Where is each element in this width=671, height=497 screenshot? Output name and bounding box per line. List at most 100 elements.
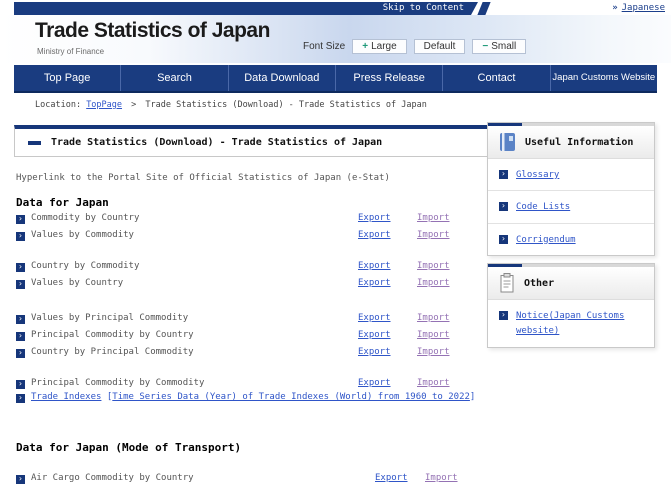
header: Trade Statistics of Japan Ministry of Fi… [0, 15, 671, 63]
export-link[interactable]: Export [358, 347, 391, 357]
bullet-arrow-icon [499, 234, 508, 244]
export-link[interactable]: Export [358, 313, 391, 323]
bullet-arrow-icon [499, 170, 508, 179]
glossary-link[interactable]: Glossary [516, 168, 559, 183]
import-link[interactable]: Import [417, 230, 450, 240]
export-link[interactable]: Export [358, 330, 391, 340]
table-row: Values by Principal Commodity Export Imp… [16, 312, 466, 329]
row-label: Principal Commodity by Commodity [31, 378, 205, 388]
nav-press-release[interactable]: Press Release [334, 65, 442, 91]
sidebar-item-code-lists[interactable]: Code Lists [488, 191, 654, 224]
book-icon [500, 133, 515, 151]
bullet-arrow-icon [16, 332, 25, 341]
row-group-1: Commodity by Country Export Import Value… [16, 212, 466, 246]
nav-contact[interactable]: Contact [442, 65, 549, 91]
clipboard-icon [500, 273, 514, 293]
bullet-arrow-icon [16, 315, 25, 324]
japanese-language-link[interactable]: Japanese [622, 3, 665, 13]
table-row: Values by Commodity Export Import [16, 229, 466, 246]
row-label: Principal Commodity by Country [31, 330, 194, 340]
section-heading-data-for-japan: Data for Japan [16, 196, 109, 209]
corrigendum-link[interactable]: Corrigendum [516, 233, 576, 248]
other-title: Other [524, 277, 555, 289]
top-bar-tail-decoration [477, 2, 491, 15]
nav-search[interactable]: Search [120, 65, 227, 91]
import-link[interactable]: Import [417, 313, 450, 323]
nav-data-download[interactable]: Data Download [227, 65, 335, 91]
export-link[interactable]: Export [375, 473, 408, 483]
breadcrumb-separator: > [131, 100, 137, 110]
export-link[interactable]: Export [358, 213, 391, 223]
export-link[interactable]: Export [358, 378, 391, 388]
page-title: Trade Statistics (Download) - Trade Stat… [51, 137, 383, 148]
export-link[interactable]: Export [358, 261, 391, 271]
section-heading-mode-of-transport: Data for Japan (Mode of Transport) [16, 441, 242, 454]
table-row: Principal Commodity by Country Export Im… [16, 329, 466, 346]
nav-japan-customs-website[interactable]: Japan Customs Website [549, 65, 657, 91]
bullet-arrow-icon [16, 349, 25, 358]
bracket-close: ] [469, 392, 476, 402]
import-link[interactable]: Import [417, 261, 450, 271]
row-group-3: Values by Principal Commodity Export Imp… [16, 312, 466, 363]
font-size-default-label: Default [423, 41, 456, 52]
bullet-arrow-icon [16, 232, 25, 241]
import-link[interactable]: Import [425, 473, 458, 483]
row-label: Country by Commodity [31, 261, 140, 271]
import-link[interactable]: Import [417, 213, 450, 223]
row-label: Values by Principal Commodity [31, 313, 189, 323]
bullet-arrow-icon [16, 475, 25, 484]
font-size-small-label: Small [491, 41, 517, 52]
site-subtitle: Ministry of Finance [37, 47, 105, 56]
top-utility-bar: Skip to Content [14, 2, 478, 15]
plus-icon: + [362, 41, 369, 52]
sidebar-item-glossary[interactable]: Glossary [488, 159, 654, 192]
trade-indexes-row: Trade Indexes [Time Series Data (Year) o… [16, 392, 475, 403]
row-label: Commodity by Country [31, 213, 140, 223]
font-size-label: Font Size [303, 41, 346, 52]
other-box: Other Notice(Japan Customs website) [487, 263, 655, 348]
sidebar-item-notice[interactable]: Notice(Japan Customs website) [488, 300, 654, 347]
row-label: Air Cargo Commodity by Country [31, 473, 194, 483]
row-label: Values by Country [31, 278, 124, 288]
trade-indexes-link[interactable]: Trade Indexes [31, 392, 101, 402]
chevron-right-icon [612, 3, 621, 13]
row-label: Values by Commodity [31, 230, 134, 240]
time-series-link[interactable]: Time Series Data (Year) of Trade Indexes… [112, 392, 470, 402]
import-link[interactable]: Import [417, 347, 450, 357]
breadcrumb-toppage-link[interactable]: TopPage [86, 100, 122, 110]
font-size-default-button[interactable]: Default [413, 39, 466, 54]
nav-top-page[interactable]: Top Page [14, 65, 120, 91]
code-lists-link[interactable]: Code Lists [516, 200, 570, 215]
font-size-large-button[interactable]: + Large [352, 39, 407, 54]
import-link[interactable]: Import [417, 378, 450, 388]
export-link[interactable]: Export [358, 278, 391, 288]
useful-information-header: Useful Information [488, 126, 654, 159]
table-row: Country by Principal Commodity Export Im… [16, 346, 466, 363]
other-header: Other [488, 267, 654, 300]
row-group-air-cargo: Air Cargo Commodity by Country Export Im… [16, 472, 466, 489]
language-switch: Japanese [612, 3, 665, 13]
font-size-large-label: Large [371, 41, 397, 52]
import-link[interactable]: Import [417, 278, 450, 288]
minus-icon: − [482, 41, 489, 52]
skip-to-content-link[interactable]: Skip to Content [14, 2, 478, 15]
site-title: Trade Statistics of Japan [35, 19, 270, 42]
sidebar-item-corrigendum[interactable]: Corrigendum [488, 224, 654, 255]
table-row: Air Cargo Commodity by Country Export Im… [16, 472, 466, 489]
bullet-arrow-icon [16, 380, 25, 389]
row-group-2: Country by Commodity Export Import Value… [16, 260, 466, 294]
bullet-arrow-icon [16, 215, 25, 224]
bullet-arrow-icon [499, 311, 508, 320]
useful-information-title: Useful Information [525, 136, 634, 148]
notice-link[interactable]: Notice(Japan Customs website) [516, 309, 640, 340]
table-row: Commodity by Country Export Import [16, 212, 466, 229]
table-row: Values by Country Export Import [16, 277, 466, 294]
page: Skip to Content Japanese Trade Statistic… [0, 0, 671, 497]
bullet-arrow-icon [499, 202, 508, 212]
import-link[interactable]: Import [417, 330, 450, 340]
bullet-arrow-icon [16, 263, 25, 272]
font-size-small-button[interactable]: − Small [472, 39, 527, 54]
table-row: Country by Commodity Export Import [16, 260, 466, 277]
bullet-arrow-icon [16, 280, 25, 289]
export-link[interactable]: Export [358, 230, 391, 240]
